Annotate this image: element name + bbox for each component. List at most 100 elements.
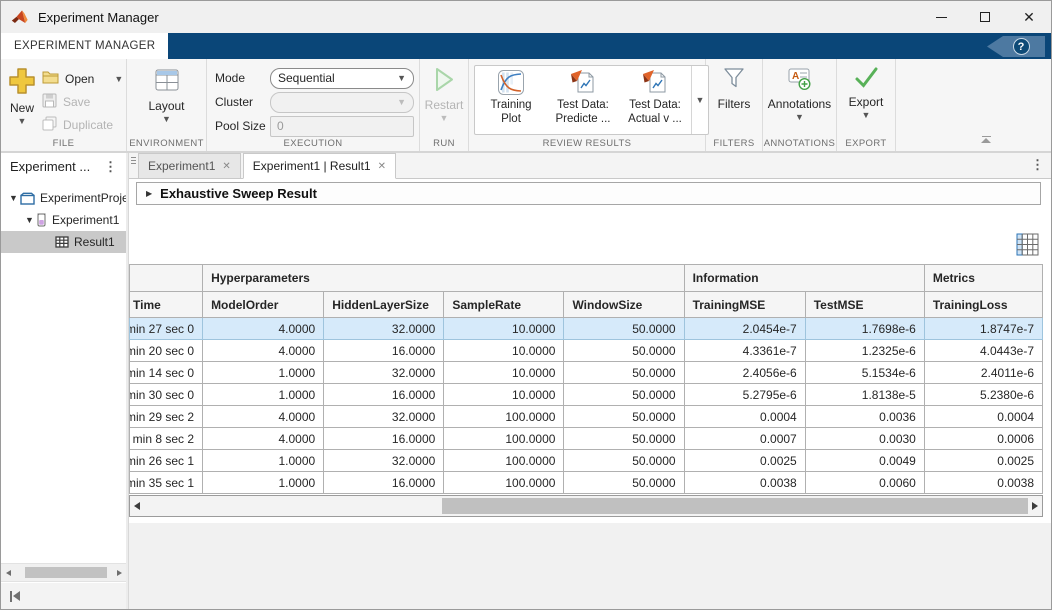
layout-button[interactable]: Layout ▼ [127, 64, 206, 123]
tab-experiment1-result1[interactable]: Experiment1 | Result1 ✕ [243, 153, 396, 179]
export-button[interactable]: Export ▼ [837, 64, 895, 119]
table-cell[interactable]: 32.0000 [324, 318, 444, 340]
tree-item-experiment1[interactable]: ▼ Experiment1 [1, 209, 126, 231]
table-cell[interactable]: 16.0000 [324, 340, 444, 362]
table-row[interactable]: 0 min 20 sec4.000016.000010.000050.00004… [130, 340, 1043, 362]
table-cell[interactable]: 0.0004 [684, 406, 805, 428]
table-cell[interactable]: 100.0000 [444, 406, 564, 428]
close-tab-icon[interactable]: ✕ [378, 161, 386, 172]
table-cell[interactable]: 1.2325e-6 [805, 340, 924, 362]
filters-button[interactable]: Filters [706, 64, 762, 111]
restart-button[interactable]: Restart ▼ [420, 64, 468, 122]
table-cell[interactable]: 0.0038 [684, 472, 805, 494]
table-cell[interactable]: 10.0000 [444, 384, 564, 406]
table-cell[interactable]: 5.2380e-6 [924, 384, 1042, 406]
table-cell[interactable]: 1.8747e-7 [924, 318, 1042, 340]
table-cell[interactable]: 5.2795e-6 [684, 384, 805, 406]
table-cell[interactable]: 16.0000 [324, 428, 444, 450]
table-cell[interactable]: 16.0000 [324, 472, 444, 494]
table-cell[interactable]: 4.0443e-7 [924, 340, 1042, 362]
table-cell[interactable]: 1.7698e-6 [805, 318, 924, 340]
tab-grip-handle[interactable] [129, 153, 138, 178]
table-cell[interactable]: 4.3361e-7 [684, 340, 805, 362]
table-cell[interactable]: 50.0000 [564, 384, 684, 406]
table-cell[interactable]: 0.0007 [684, 428, 805, 450]
collapse-panel-button[interactable] [10, 591, 20, 602]
column-selection-button[interactable] [1014, 231, 1040, 257]
table-cell[interactable]: 100.0000 [444, 472, 564, 494]
table-cell[interactable]: 1.0000 [203, 384, 324, 406]
table-cell[interactable]: 16.0000 [324, 384, 444, 406]
collapse-ribbon-button[interactable] [979, 136, 993, 146]
table-cell[interactable]: 2.4011e-6 [924, 362, 1042, 384]
table-cell[interactable]: 50.0000 [564, 450, 684, 472]
maximize-button[interactable] [963, 1, 1007, 33]
sidebar-horizontal-scrollbar[interactable] [1, 563, 126, 582]
table-cell[interactable]: 10.0000 [444, 340, 564, 362]
table-cell[interactable]: 1.8138e-5 [805, 384, 924, 406]
table-cell[interactable]: 0 min 20 sec [130, 340, 203, 362]
close-tab-icon[interactable]: ✕ [222, 161, 230, 172]
tree-item-project[interactable]: ▼ ExperimentProje [1, 187, 126, 209]
horizontal-scrollbar-thumb[interactable] [442, 498, 1028, 514]
column-header-trainingmse[interactable]: TrainingMSE [684, 292, 805, 318]
table-cell[interactable]: 1 min 26 sec [130, 450, 203, 472]
table-cell[interactable]: 1.0000 [203, 362, 324, 384]
column-header-time[interactable]: Time [130, 292, 203, 318]
table-row[interactable]: 1 min 26 sec1.000032.0000100.000050.0000… [130, 450, 1043, 472]
mode-dropdown[interactable]: Sequential ▼ [270, 68, 414, 89]
table-cell[interactable]: 50.0000 [564, 340, 684, 362]
table-cell[interactable]: 0.0060 [805, 472, 924, 494]
table-cell[interactable]: 32.0000 [324, 450, 444, 472]
table-cell[interactable]: 2 min 29 sec [130, 406, 203, 428]
close-button[interactable]: ✕ [1007, 1, 1051, 33]
table-row[interactable]: 2 min 29 sec4.000032.0000100.000050.0000… [130, 406, 1043, 428]
table-row[interactable]: 1 min 35 sec1.000016.0000100.000050.0000… [130, 472, 1043, 494]
column-header-windowsize[interactable]: WindowSize [564, 292, 684, 318]
exhaustive-sweep-result-header[interactable]: ▶ Exhaustive Sweep Result [136, 182, 1041, 205]
scroll-right-button[interactable] [1028, 496, 1042, 516]
table-cell[interactable]: 1.0000 [203, 450, 324, 472]
table-cell[interactable]: 0.0030 [805, 428, 924, 450]
table-cell[interactable]: 32.0000 [324, 406, 444, 428]
table-cell[interactable]: 0 min 14 sec [130, 362, 203, 384]
expand-caret-icon[interactable]: ▼ [7, 193, 20, 203]
table-cell[interactable]: 32.0000 [324, 362, 444, 384]
scroll-left-button[interactable] [1, 564, 15, 581]
table-cell[interactable]: 1 min 35 sec [130, 472, 203, 494]
table-cell[interactable]: 0.0006 [924, 428, 1042, 450]
sidebar-scrollbar-thumb[interactable] [25, 567, 107, 578]
scroll-right-button[interactable] [112, 564, 126, 581]
table-cell[interactable]: 5.1534e-6 [805, 362, 924, 384]
table-cell[interactable]: 0.0004 [924, 406, 1042, 428]
help-button[interactable]: ? [987, 36, 1045, 57]
minimize-button[interactable] [919, 1, 963, 33]
test-data-predicted-button[interactable]: Test Data: Predicte ... [547, 66, 619, 134]
table-cell[interactable]: 2.4056e-6 [684, 362, 805, 384]
table-cell[interactable]: 0.0025 [684, 450, 805, 472]
table-cell[interactable]: 0 min 30 sec [130, 384, 203, 406]
table-horizontal-scrollbar[interactable] [129, 495, 1043, 517]
duplicate-button[interactable]: Duplicate [39, 113, 126, 136]
table-cell[interactable]: 2 min 8 sec [130, 428, 203, 450]
training-plot-button[interactable]: Training Plot [475, 66, 547, 134]
tab-overflow-menu-button[interactable]: ⋮ [1028, 157, 1047, 173]
open-button[interactable]: Open ▼ [39, 67, 126, 90]
table-cell[interactable]: 50.0000 [564, 362, 684, 384]
table-cell[interactable]: 4.0000 [203, 406, 324, 428]
table-cell[interactable]: 100.0000 [444, 428, 564, 450]
test-data-actual-button[interactable]: Test Data: Actual v ... [619, 66, 691, 134]
table-cell[interactable]: 0.0049 [805, 450, 924, 472]
table-cell[interactable]: 50.0000 [564, 318, 684, 340]
column-header-hiddenlayersize[interactable]: HiddenLayerSize [324, 292, 444, 318]
table-cell[interactable]: 10.0000 [444, 318, 564, 340]
table-cell[interactable]: 50.0000 [564, 472, 684, 494]
table-cell[interactable]: 50.0000 [564, 406, 684, 428]
pool-size-input[interactable] [270, 116, 414, 137]
tab-experiment-manager[interactable]: EXPERIMENT MANAGER [1, 33, 168, 59]
table-cell[interactable]: 0.0025 [924, 450, 1042, 472]
column-header-trainingloss[interactable]: TrainingLoss [924, 292, 1042, 318]
table-cell[interactable]: 2.0454e-7 [684, 318, 805, 340]
table-row[interactable]: 0 min 27 sec4.000032.000010.000050.00002… [130, 318, 1043, 340]
cluster-dropdown[interactable]: ▼ [270, 92, 414, 113]
